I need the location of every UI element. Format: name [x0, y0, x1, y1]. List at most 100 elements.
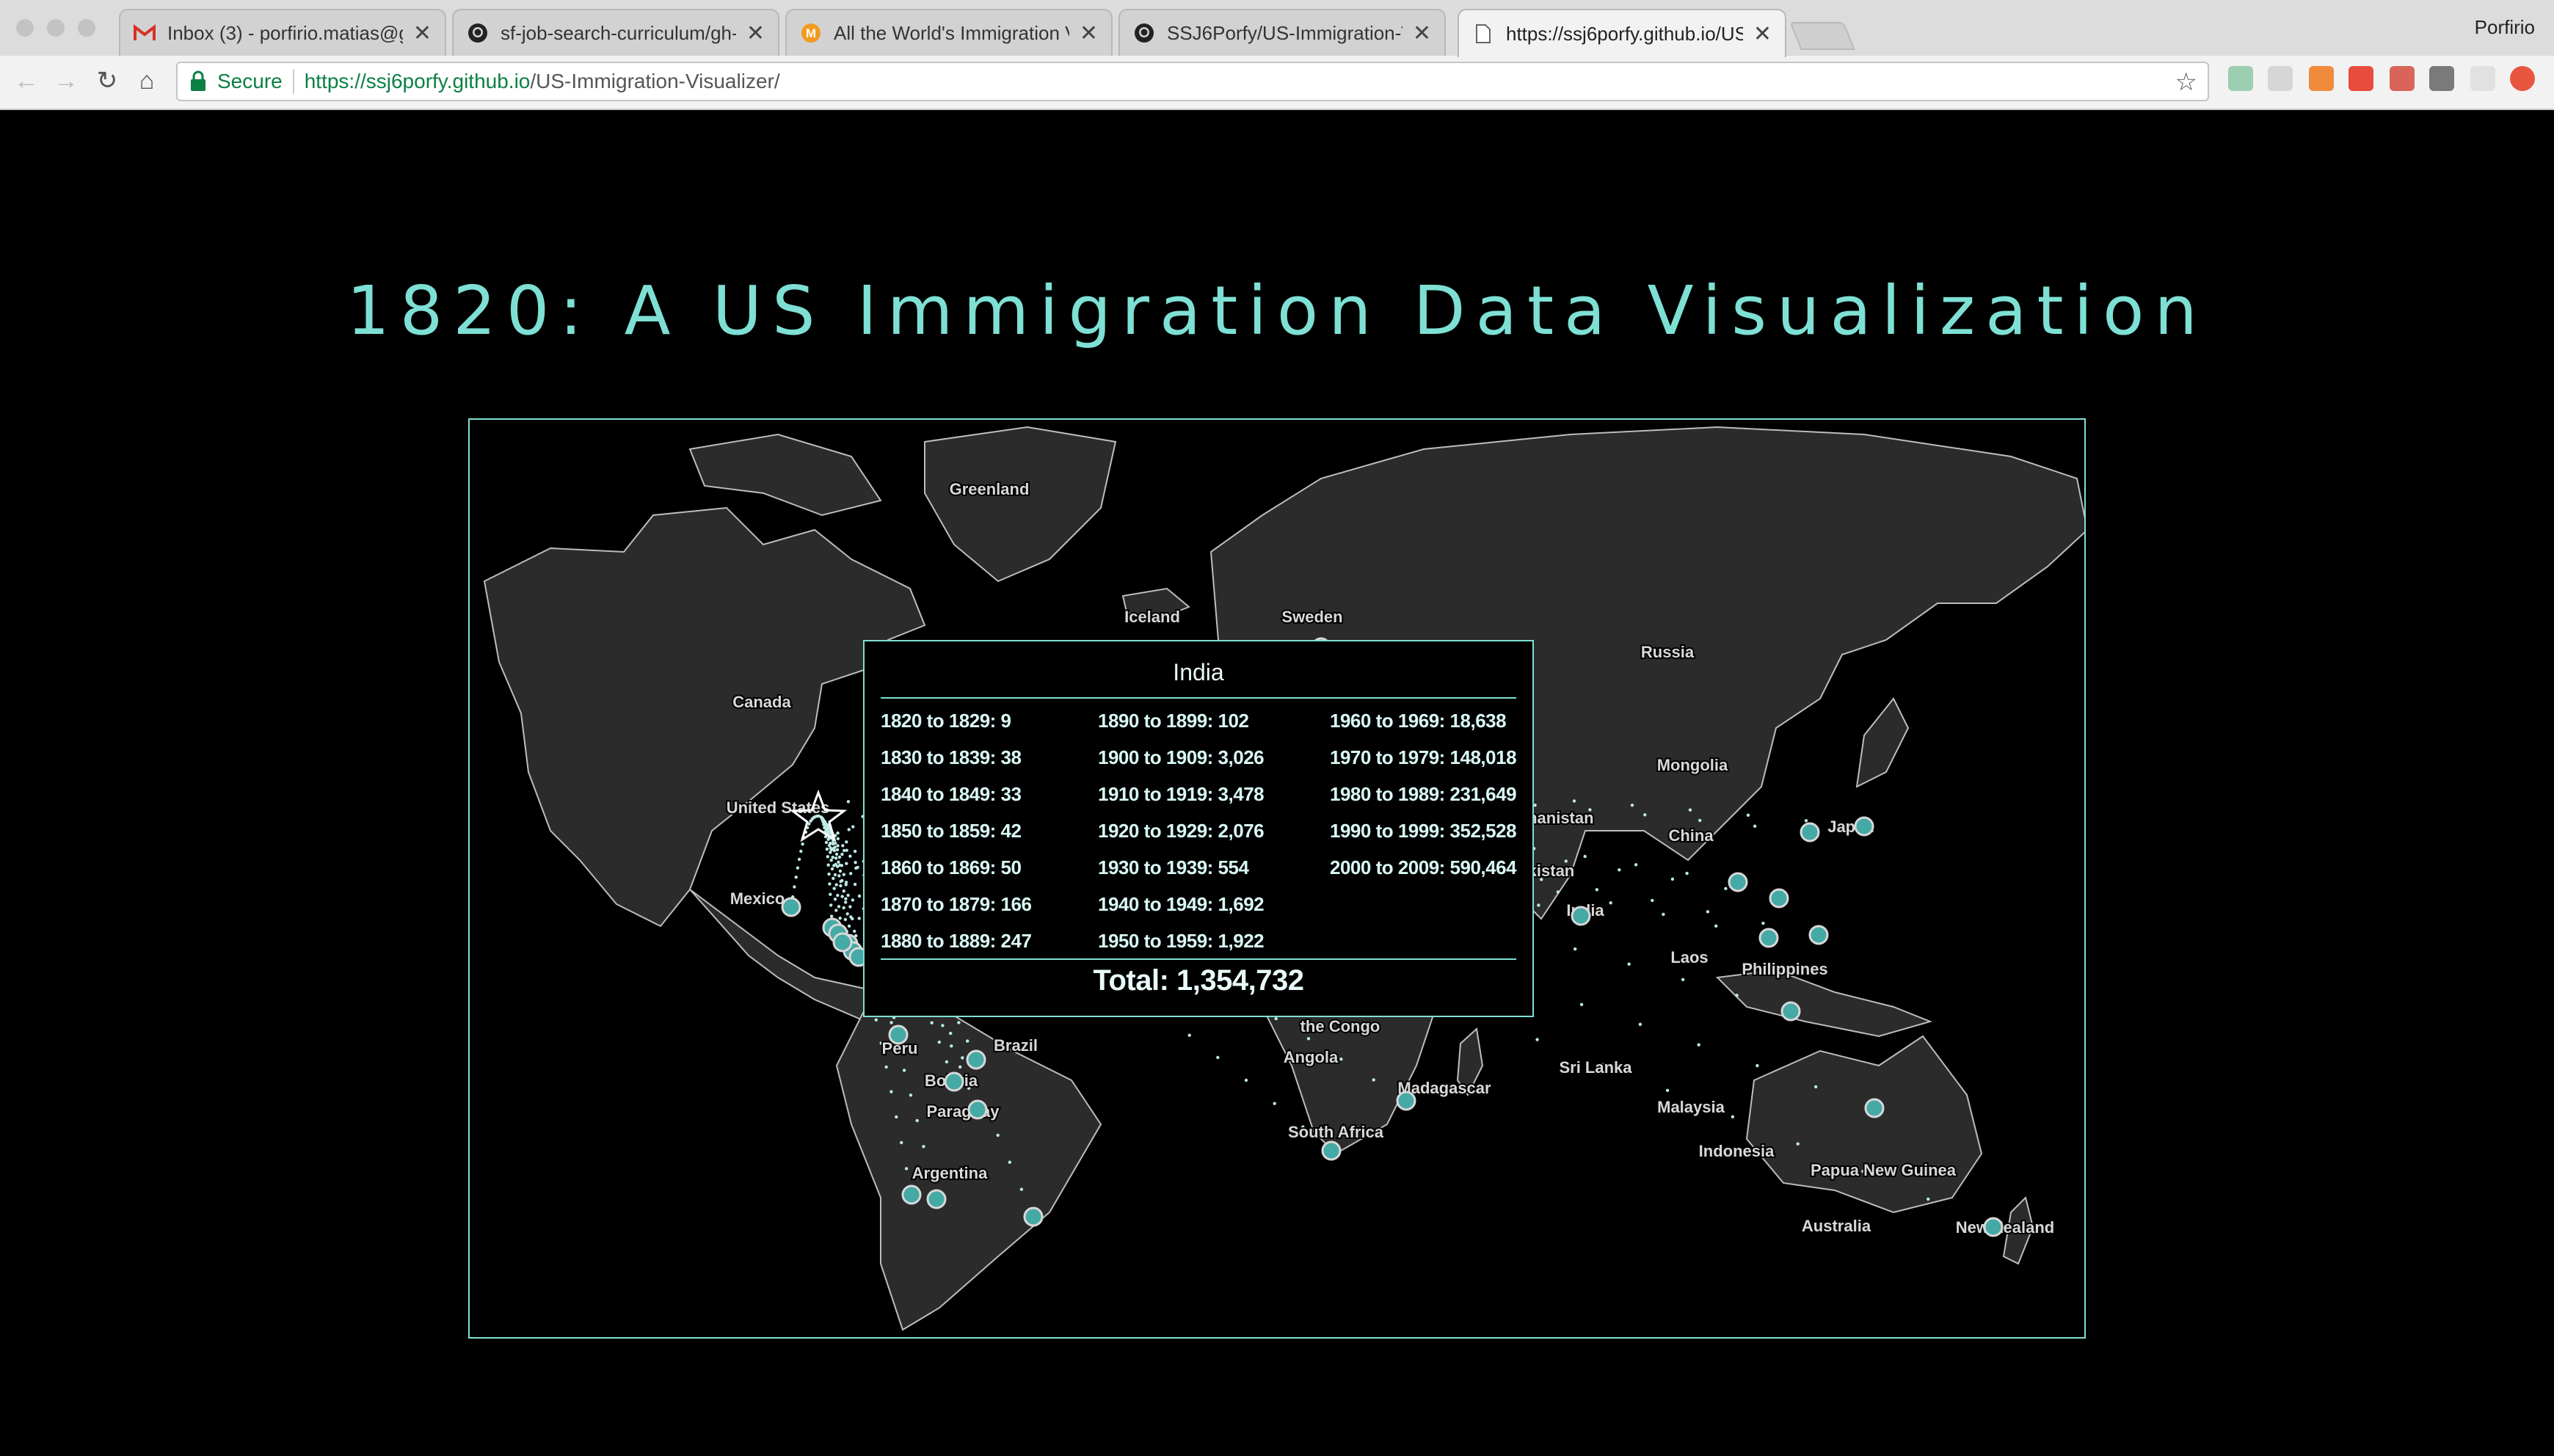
immigration-marker[interactable] [1808, 925, 1829, 945]
forward-icon[interactable]: → [51, 66, 81, 95]
flow-dot [848, 854, 852, 858]
close-icon[interactable]: ✕ [413, 21, 432, 46]
flow-dot [839, 879, 843, 884]
flow-dot [941, 1024, 945, 1027]
flow-dot [1609, 901, 1612, 905]
extension-evernote-icon[interactable] [2429, 66, 2454, 91]
country-label: the Congo [1300, 1017, 1380, 1035]
flow-dot [1579, 1002, 1584, 1006]
flow-dot [909, 1093, 913, 1097]
flow-dot [801, 842, 804, 846]
decade-row: 1830 to 1839: 38 [881, 746, 1022, 768]
flow-dot [1274, 1016, 1278, 1021]
immigration-marker[interactable] [1780, 1001, 1801, 1022]
flow-dot [844, 881, 848, 884]
tab-github-repo[interactable]: SSJ6Porfy/US-Immigration-Vi ✕ [1118, 9, 1446, 56]
window-close-button[interactable] [16, 19, 34, 37]
home-icon[interactable]: ⌂ [132, 66, 161, 95]
immigration-marker[interactable] [967, 1099, 988, 1120]
immigration-marker[interactable] [901, 1184, 922, 1205]
flow-dot [1583, 854, 1587, 859]
m-icon: M [800, 22, 822, 44]
back-icon[interactable]: ← [12, 66, 41, 95]
extension-eyedropper-icon[interactable] [2228, 66, 2253, 91]
immigration-marker[interactable] [1769, 888, 1789, 909]
reload-icon[interactable]: ↻ [92, 66, 122, 95]
flow-dot [1670, 877, 1675, 881]
bookmark-star-icon[interactable]: ☆ [2175, 68, 2197, 97]
tab-immigration-vis[interactable]: M All the World's Immigration Vis ✕ [785, 9, 1113, 56]
immigration-marker[interactable] [1571, 906, 1591, 926]
flow-dot [930, 1021, 934, 1024]
flow-dot [1638, 1022, 1642, 1026]
close-icon[interactable]: ✕ [746, 21, 765, 46]
extension-office-icon[interactable] [2309, 66, 2334, 91]
flow-dot [843, 848, 846, 853]
immigration-marker[interactable] [966, 1049, 986, 1070]
extension-skype-icon[interactable] [2268, 66, 2293, 91]
new-tab-button[interactable] [1789, 22, 1855, 50]
decade-row: 1860 to 1869: 50 [881, 856, 1022, 878]
decade-row: 2000 to 2009: 590,464 [1330, 856, 1517, 878]
flow-dot [857, 894, 862, 898]
window-zoom-button[interactable] [78, 19, 95, 37]
profile-name[interactable]: Porfirio [2475, 16, 2535, 39]
immigration-marker[interactable] [832, 932, 853, 953]
flow-dot [842, 873, 845, 876]
immigration-marker[interactable] [1728, 872, 1748, 892]
country-label: Russia [1641, 643, 1695, 661]
immigration-marker[interactable] [1864, 1098, 1885, 1118]
flow-dot [843, 917, 847, 922]
flow-dot [1804, 819, 1808, 823]
immigration-marker[interactable] [1023, 1206, 1044, 1227]
address-bar[interactable]: Secure https://ssj6porfy.github.io /US-I… [176, 62, 2209, 101]
flow-dot [1216, 1055, 1220, 1060]
immigration-marker[interactable] [1800, 822, 1820, 842]
flow-dot [851, 898, 855, 902]
tab-gmail[interactable]: Inbox (3) - porfirio.matias@gm ✕ [119, 9, 446, 56]
flow-dot [853, 929, 856, 933]
decade-row: 1890 to 1899: 102 [1098, 710, 1249, 732]
country-label: South Africa [1288, 1123, 1384, 1141]
decade-row: 1900 to 1909: 3,026 [1098, 746, 1265, 768]
extension-picture-icon[interactable] [2390, 66, 2415, 91]
immigration-marker[interactable] [1983, 1217, 2004, 1237]
close-icon[interactable]: ✕ [1753, 21, 1772, 47]
window-minimize-button[interactable] [47, 19, 65, 37]
close-icon[interactable]: ✕ [1413, 21, 1431, 46]
country-label: Papua New Guinea [1811, 1161, 1957, 1179]
flow-dot [1651, 898, 1654, 903]
flow-dot [834, 852, 839, 856]
immigration-marker[interactable] [1854, 816, 1874, 837]
immigration-marker[interactable] [944, 1071, 964, 1092]
flow-dot [1688, 808, 1692, 812]
flow-dot [838, 863, 842, 867]
tab-active-page[interactable]: https://ssj6porfy.github.io/US- ✕ [1458, 9, 1786, 57]
extension-youtube-icon[interactable] [2349, 66, 2373, 91]
flow-dot [1697, 1043, 1700, 1046]
immigration-marker[interactable] [926, 1189, 947, 1209]
immigration-marker[interactable] [781, 897, 801, 917]
flow-dot [832, 887, 836, 890]
decade-row: 1850 to 1859: 42 [881, 820, 1022, 842]
tooltip-column-3: 1960 to 1969: 18,638 1970 to 1979: 148,0… [1330, 706, 1517, 889]
arctic-islands-shape [688, 433, 882, 517]
tab-title: SSJ6Porfy/US-Immigration-Vi [1167, 21, 1402, 44]
decade-row: 1920 to 1929: 2,076 [1098, 820, 1265, 842]
close-icon[interactable]: ✕ [1080, 21, 1098, 46]
tab-github-curriculum[interactable]: sf-job-search-curriculum/gh-p ✕ [452, 9, 779, 56]
country-label: Brazil [994, 1036, 1038, 1055]
flow-dot [834, 841, 837, 845]
flow-dot [839, 884, 843, 888]
flow-dot [835, 848, 840, 852]
immigration-marker[interactable] [1321, 1140, 1342, 1161]
immigration-marker[interactable] [888, 1024, 909, 1045]
extension-ghost-icon[interactable] [2470, 66, 2495, 91]
extension-record-icon[interactable] [2510, 66, 2535, 91]
immigration-marker[interactable] [1396, 1091, 1416, 1111]
flow-dot [823, 821, 827, 825]
flow-dot [1735, 994, 1739, 997]
flow-dot [1573, 947, 1577, 951]
country-label: Philippines [1742, 960, 1827, 978]
immigration-marker[interactable] [1758, 928, 1779, 948]
